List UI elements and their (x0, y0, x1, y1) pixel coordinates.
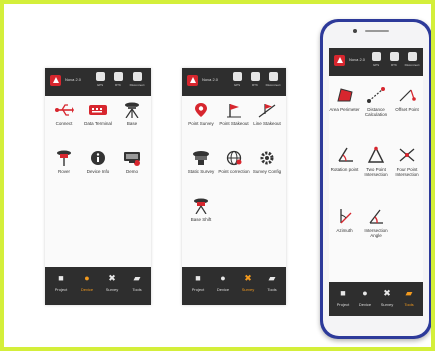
bottom-nav: ■ Project ● Device ✖ Survey ▰ Tools (182, 267, 286, 305)
menu-item-distance-calculation[interactable]: Distance Calculation (360, 86, 392, 117)
nav-device[interactable]: ● Device (209, 273, 237, 292)
folder-icon: ■ (195, 273, 201, 283)
menu-item-rover[interactable]: Rover (47, 150, 81, 174)
point-correction-icon (226, 150, 242, 166)
nav-survey[interactable]: ✖ Survey (98, 273, 126, 292)
nav-tools[interactable]: ▰ Tools (258, 273, 286, 292)
menu-item-two-point-intersection[interactable]: Two Point Intersection (360, 146, 392, 177)
menu-item-data-terminal[interactable]: Data Terminal (81, 102, 115, 126)
gps-status-icon[interactable]: GPS (228, 72, 246, 94)
usb-icon (55, 104, 74, 116)
info-icon (91, 151, 105, 165)
menu-item-rotation-point[interactable]: Rotation point (329, 146, 360, 172)
base-shift-icon (194, 198, 208, 214)
menu-item-base[interactable]: Base (115, 102, 149, 126)
nav-tools[interactable]: ▰ Tools (123, 273, 151, 292)
menu-item-area-perimeter[interactable]: Area Perimeter (329, 86, 360, 112)
point-survey-icon (195, 103, 207, 117)
rover-icon (57, 150, 71, 166)
app-topbar: Nova 2.0 GPS RTK Disconnect (329, 48, 423, 76)
antenna-status-icon[interactable]: RTK (109, 72, 127, 94)
base-station-icon (125, 102, 139, 118)
nav-device[interactable]: ● Device (73, 273, 101, 292)
location-pin-icon: ● (84, 273, 90, 283)
menu-item-intersection-angle[interactable]: Intersection Angle (360, 207, 392, 238)
gps-status-icon[interactable]: GPS (91, 72, 109, 94)
antenna-status-icon[interactable]: RTK (385, 52, 403, 74)
menu-item-point-survey[interactable]: Point Survey (184, 102, 218, 126)
menu-item-static-survey[interactable]: Static Survey (184, 150, 218, 174)
menu-item-point-stakeout[interactable]: Point Stakeout (217, 102, 251, 126)
menu-item-azimuth[interactable]: Azimuth (329, 207, 360, 233)
speaker-grille (365, 30, 389, 32)
app-topbar: Nova 2.0 GPS RTK Disconnect (182, 68, 286, 96)
azimuth-icon (339, 209, 351, 224)
menu-item-demo[interactable]: Demo (115, 150, 149, 174)
app-logo-icon (50, 75, 61, 86)
bottom-nav: ■ Project ● Device ✖ Survey ▰ Tools (45, 267, 151, 305)
menu-item-line-stakeout[interactable]: Line Stakeout (250, 102, 284, 126)
menu-item-base-shift[interactable]: Base Shift (184, 198, 218, 222)
data-terminal-icon (89, 105, 107, 115)
survey-config-icon (260, 151, 274, 165)
gps-status-icon[interactable]: GPS (367, 52, 385, 74)
menu-item-device-info[interactable]: Device Info (81, 150, 115, 174)
camera-icon (353, 29, 357, 33)
showcase-frame: Nova 2.0 GPS RTK Disconnect Connect Data… (0, 0, 435, 351)
bottom-nav: ■ Project ● Device ✖ Survey ▰ Tools (329, 282, 423, 316)
menu-item-offset-point[interactable]: Offset Point (391, 86, 423, 112)
four-point-intersection-icon (399, 148, 415, 162)
app-name: Nova 2.0 (65, 77, 82, 82)
device-screen: Nova 2.0 GPS RTK Disconnect Connect Data… (45, 68, 151, 305)
toolbox-icon: ▰ (405, 288, 413, 298)
line-stakeout-icon (258, 104, 276, 118)
nav-tools[interactable]: ▰ Tools (395, 288, 423, 307)
toolbox-icon: ▰ (133, 273, 141, 283)
offset-point-icon (399, 89, 416, 102)
menu-item-point-correction[interactable]: Point correction (217, 150, 251, 174)
tools-screen: Nova 2.0 GPS RTK Disconnect Area Perimet… (329, 48, 423, 316)
toolbox-icon: ▰ (268, 273, 276, 283)
two-point-intersection-icon (367, 146, 385, 163)
area-perimeter-icon (336, 88, 353, 102)
disconnect-icon[interactable]: Disconnect (403, 52, 421, 74)
antenna-status-icon[interactable]: RTK (246, 72, 264, 94)
location-pin-icon: ● (220, 273, 226, 283)
app-logo-icon (334, 55, 345, 66)
app-name: Nova 2.0 (349, 57, 366, 62)
distance-calculation-icon (367, 87, 385, 103)
menu-item-connect[interactable]: Connect (47, 102, 81, 126)
menu-item-survey-config[interactable]: Survey Config (250, 150, 284, 174)
app-name: Nova 2.0 (202, 77, 219, 82)
folder-icon: ■ (58, 273, 64, 283)
phone-device: Nova 2.0 GPS RTK Disconnect Area Perimet… (320, 19, 431, 339)
phone-bezel: Nova 2.0 GPS RTK Disconnect Area Perimet… (323, 22, 429, 336)
survey-cross-icon: ✖ (108, 273, 116, 283)
nav-project[interactable]: ■ Project (184, 273, 212, 292)
point-stakeout-icon (227, 104, 241, 118)
disconnect-icon[interactable]: Disconnect (128, 72, 146, 94)
survey-screen: Nova 2.0 GPS RTK Disconnect Point Survey… (182, 68, 286, 305)
app-topbar: Nova 2.0 GPS RTK Disconnect (45, 68, 151, 96)
menu-item-four-point-intersection[interactable]: Four Point Intersection (391, 146, 423, 177)
static-survey-icon (193, 151, 209, 165)
rotation-point-icon (337, 147, 353, 162)
disconnect-icon[interactable]: Disconnect (264, 72, 282, 94)
intersection-angle-icon (369, 209, 383, 224)
demo-icon (124, 152, 140, 166)
app-logo-icon (187, 75, 198, 86)
nav-project[interactable]: ■ Project (47, 273, 75, 292)
